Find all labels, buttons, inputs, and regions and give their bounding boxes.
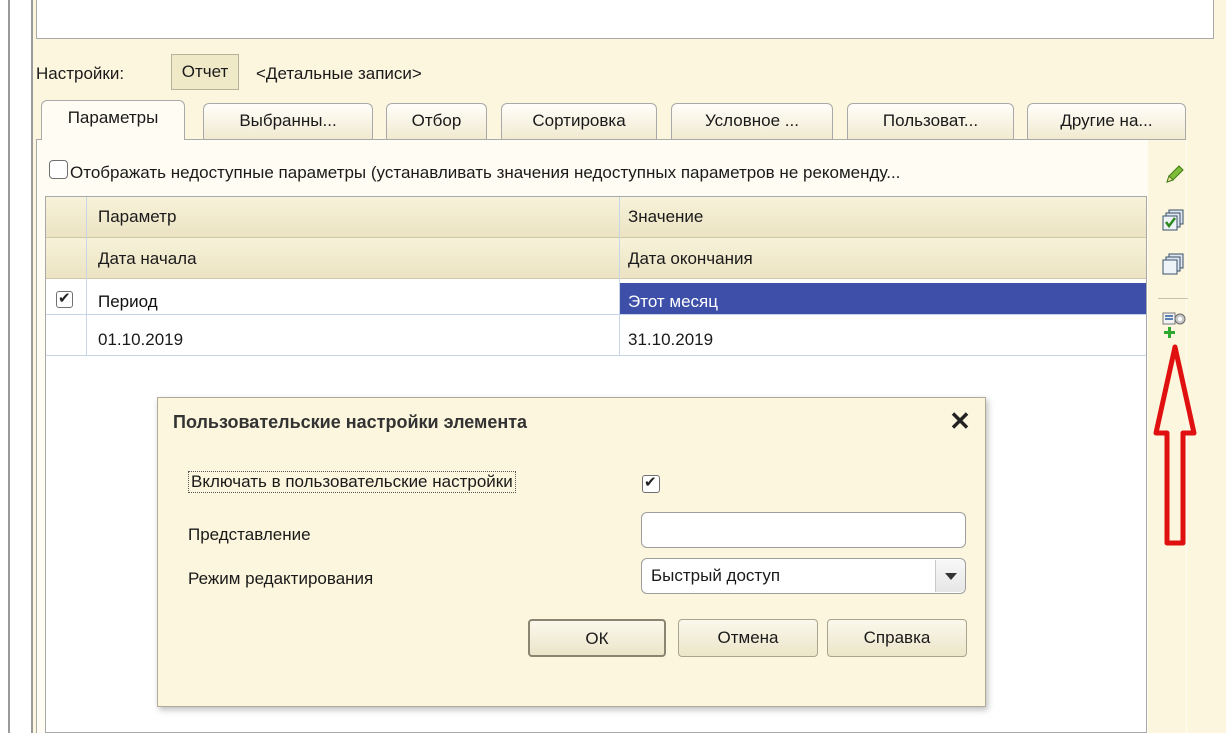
tab-user-fields[interactable]: Пользоват... [847, 103, 1014, 139]
dialog-title: Пользовательские настройки элемента [173, 412, 528, 432]
row-use-checkbox[interactable] [56, 289, 73, 308]
top-field[interactable] [36, 0, 1214, 39]
show-unavailable-checkbox[interactable] [49, 160, 68, 179]
ok-button[interactable]: ОК [528, 619, 666, 657]
tab-filter[interactable]: Отбор [386, 103, 487, 139]
presentation-label: Представление [188, 525, 311, 544]
include-in-user-settings-checkbox[interactable] [642, 473, 660, 493]
report-button[interactable]: Отчет [171, 54, 239, 90]
help-button[interactable]: Справка [827, 619, 967, 657]
window-border [8, 0, 10, 733]
table-cell-parameter[interactable]: Период [98, 292, 158, 312]
edit-mode-value: Быстрый доступ [651, 566, 781, 585]
table-header-row2 [46, 238, 1146, 279]
table-cell-start-date[interactable]: 01.10.2019 [98, 330, 183, 350]
panel-border [31, 0, 33, 733]
table-cell-value[interactable]: Этот месяц [628, 292, 718, 312]
row-divider [46, 355, 1146, 356]
cancel-button[interactable]: Отмена [678, 619, 818, 657]
uncheck-all-icon[interactable] [1162, 252, 1184, 275]
show-unavailable-label: Отображать недоступные параметры (устана… [70, 163, 901, 182]
tab-other-settings[interactable]: Другие на... [1027, 103, 1186, 139]
tab-sorting[interactable]: Сортировка [501, 103, 657, 139]
column-header-end-date[interactable]: Дата окончания [628, 249, 753, 269]
column-separator [619, 197, 620, 356]
close-icon[interactable]: ✕ [946, 405, 974, 437]
row-divider [46, 314, 1146, 315]
element-user-settings-dialog [157, 397, 986, 707]
table-cell-end-date[interactable]: 31.10.2019 [628, 330, 713, 350]
settings-label: Настройки: [36, 64, 125, 83]
edit-mode-label: Режим редактирования [188, 569, 374, 588]
column-header-value[interactable]: Значение [628, 207, 703, 227]
table-header-row1 [46, 197, 1146, 238]
detail-records-link[interactable]: <Детальные записи> [256, 64, 422, 84]
annotation-arrow-icon [1150, 343, 1200, 548]
column-header-parameter[interactable]: Параметр [98, 207, 176, 227]
column-separator [86, 197, 87, 356]
chevron-down-icon[interactable] [935, 560, 965, 592]
pencil-icon[interactable] [1164, 163, 1186, 185]
toolbar-divider [1158, 298, 1188, 299]
tab-conditional-format[interactable]: Условное ... [671, 103, 833, 139]
column-header-start-date[interactable]: Дата начала [98, 249, 197, 269]
tab-parameters[interactable]: Параметры [41, 100, 185, 140]
presentation-input[interactable] [641, 512, 966, 548]
element-user-settings-icon[interactable] [1161, 310, 1186, 338]
include-in-user-settings-label[interactable]: Включать в пользовательские настройки [188, 471, 516, 493]
tab-selected-fields[interactable]: Выбранны... [203, 103, 373, 139]
check-all-icon[interactable] [1162, 208, 1184, 231]
